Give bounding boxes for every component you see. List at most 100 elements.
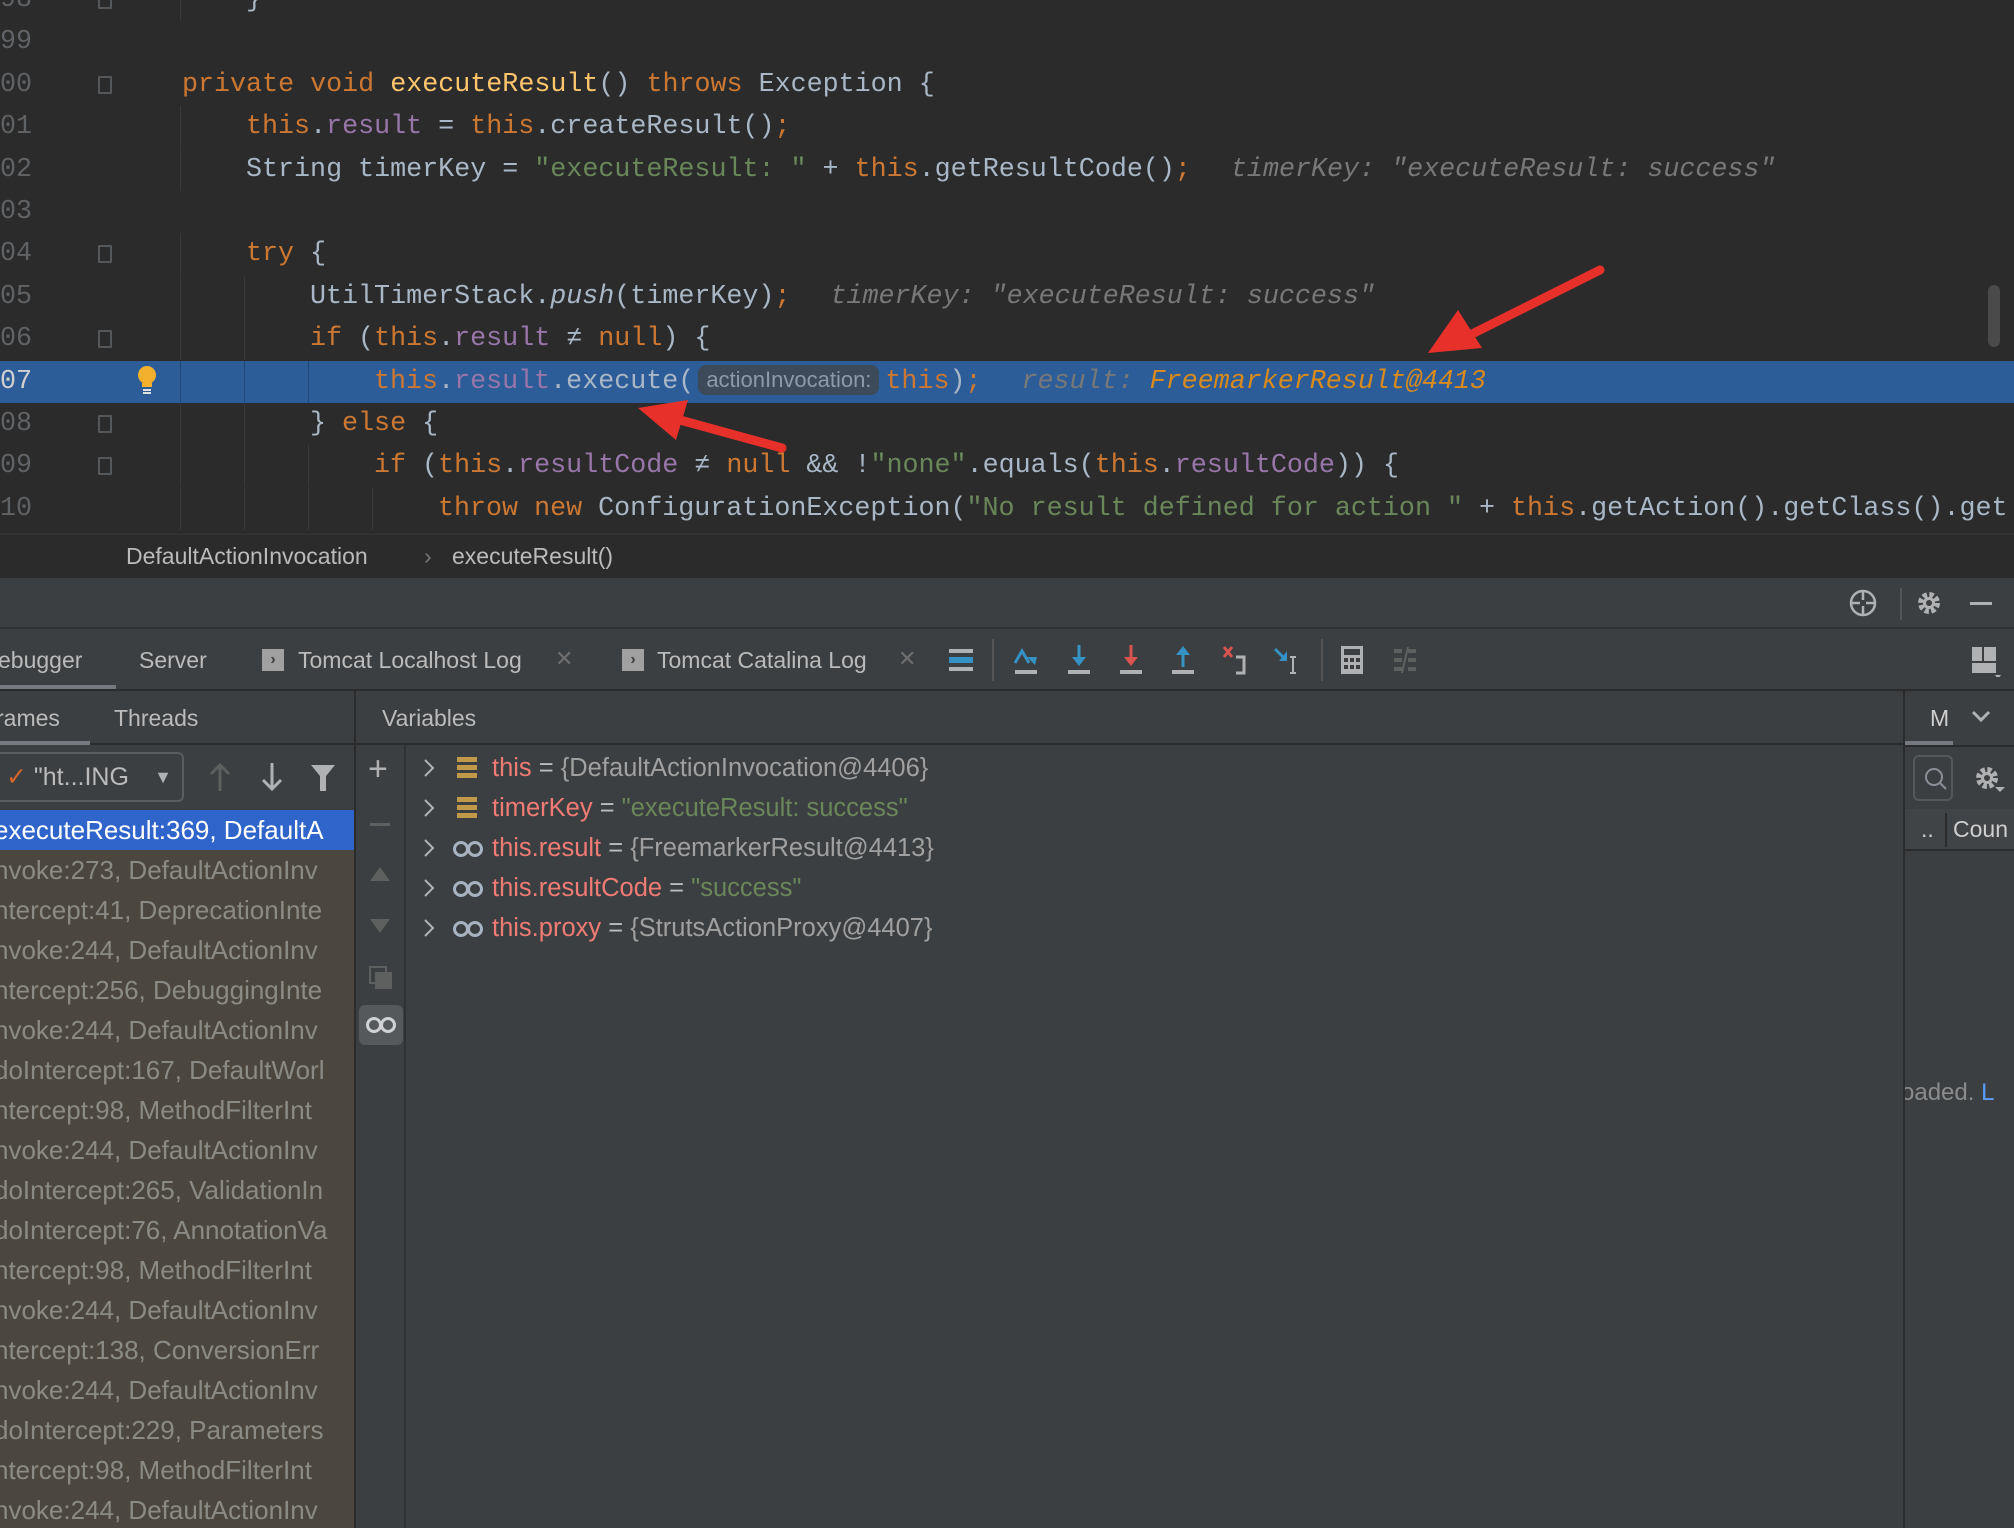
step-over-icon[interactable] [1009, 643, 1043, 677]
frame-item[interactable]: ntercept:98, MethodFilterInt [0, 1250, 354, 1290]
frame-item[interactable]: ntercept:98, MethodFilterInt [0, 1090, 354, 1130]
frame-item[interactable]: nvoke:244, DefaultActionInv [0, 1290, 354, 1330]
settings-icon[interactable] [1973, 763, 2007, 795]
breadcrumb-method[interactable]: executeResult() [452, 535, 613, 578]
chevron-right-icon[interactable] [422, 798, 436, 818]
variable-name: this.result [492, 834, 602, 862]
frame-item-selected[interactable]: executeResult:369, DefaultA [0, 810, 354, 850]
frame-item[interactable]: nvoke:244, DefaultActionInv [0, 1010, 354, 1050]
filter-icon[interactable] [308, 761, 338, 793]
frame-item[interactable]: nvoke:244, DefaultActionInv [0, 1130, 354, 1170]
panel-headers: rames Threads Variables [0, 691, 2014, 745]
frame-list: executeResult:369, DefaultA nvoke:273, De… [0, 810, 354, 1528]
variable-name: timerKey [492, 794, 593, 822]
memory-status: oaded. L [1903, 1079, 1994, 1107]
frames-panel: ✓ "ht...ING ▼ executeResult:369, Default… [0, 745, 354, 1528]
watch-icon [453, 921, 483, 937]
drop-frame-icon[interactable] [1218, 643, 1252, 677]
step-into-icon[interactable] [1062, 643, 1096, 677]
memory-table-header: .. Coun [1905, 809, 2014, 851]
breadcrumb-class[interactable]: DefaultActionInvocation [126, 535, 368, 578]
frame-item[interactable]: ntercept:256, DebuggingInte [0, 970, 354, 1010]
move-down-icon[interactable] [368, 917, 392, 935]
tab-memory[interactable]: M [1930, 691, 1949, 745]
variable-equals: = [601, 914, 631, 942]
tab-server[interactable]: Server [139, 629, 207, 691]
tab-tomcat-localhost-log[interactable]: Tomcat Localhost Log [298, 629, 522, 691]
frame-item[interactable]: doIntercept:229, Parameters [0, 1410, 354, 1450]
load-classes-link[interactable]: L [1981, 1079, 1994, 1106]
chevron-right-icon[interactable] [422, 878, 436, 898]
move-up-icon[interactable] [368, 865, 392, 883]
variable-name: this.proxy [492, 914, 602, 942]
frame-item[interactable]: ntercept:41, DeprecationInte [0, 890, 354, 930]
next-frame-icon[interactable] [257, 761, 287, 793]
debug-tab-bar: ebugger Server › Tomcat Localhost Log ✕ … [0, 629, 2014, 691]
glasses-icon [366, 1017, 396, 1033]
show-watches-toggle[interactable] [359, 1005, 403, 1045]
variable-equals: = [601, 834, 631, 862]
remove-watch-icon[interactable] [370, 823, 390, 826]
red-arrow-icon [1428, 265, 1605, 353]
variables-tree: this = {DefaultActionInvocation@4406} tim… [406, 745, 1903, 1528]
target-icon[interactable] [1848, 588, 1878, 618]
search-button[interactable] [1913, 755, 1953, 801]
trace-current-stream-icon[interactable] [1388, 643, 1422, 677]
breadcrumb: DefaultActionInvocation › executeResult(… [0, 533, 2014, 578]
breadcrumb-separator: › [424, 543, 432, 569]
chevron-down-icon[interactable] [1970, 709, 1992, 725]
tab-tomcat-catalina-log[interactable]: Tomcat Catalina Log [657, 629, 867, 691]
column-header-class[interactable]: .. [1921, 809, 1934, 849]
thread-dropdown[interactable]: ✓ "ht...ING ▼ [0, 752, 184, 802]
column-header-count[interactable]: Coun [1953, 809, 2008, 849]
chevron-right-icon[interactable] [422, 758, 436, 778]
variable-value: "success" [691, 874, 802, 902]
copy-icon[interactable] [368, 965, 394, 991]
gear-icon[interactable] [1914, 588, 1944, 618]
frame-item[interactable]: nvoke:244, DefaultActionInv [0, 930, 354, 970]
close-tab-icon[interactable]: ✕ [898, 629, 916, 689]
frame-item[interactable]: ntercept:98, MethodFilterInt [0, 1450, 354, 1490]
variable-equals: = [662, 874, 692, 902]
frame-item[interactable]: doIntercept:167, DefaultWorl [0, 1050, 354, 1090]
variable-name: this [492, 754, 532, 782]
frame-item[interactable]: nvoke:244, DefaultActionInv [0, 1370, 354, 1410]
memory-panel: M .. Coun oaded. L [1903, 691, 2014, 1528]
step-out-icon[interactable] [1166, 643, 1200, 677]
frame-item[interactable]: doIntercept:265, ValidationIn [0, 1170, 354, 1210]
search-icon [1925, 768, 1947, 790]
variable-equals: = [592, 794, 622, 822]
tab-threads[interactable]: Threads [114, 691, 198, 745]
run-to-cursor-icon[interactable] [1271, 643, 1305, 677]
annotation-arrows [638, 265, 1605, 453]
divider [1945, 813, 1947, 847]
variable-value: "executeResult: success" [621, 794, 908, 822]
frame-item[interactable]: ntercept:138, ConversionErr [0, 1330, 354, 1370]
variable-equals: = [531, 754, 561, 782]
frame-item[interactable]: nvoke:273, DefaultActionInv [0, 850, 354, 890]
thread-status-icon: ✓ [6, 763, 27, 791]
variable-value: {FreemarkerResult@4413} [630, 834, 934, 862]
variables-side-toolbar: + [354, 745, 406, 1528]
frame-item[interactable]: doIntercept:76, AnnotationVa [0, 1210, 354, 1250]
tab-debugger[interactable]: ebugger [0, 629, 82, 691]
tab-frames[interactable]: rames [0, 691, 60, 745]
frame-item[interactable]: nvoke:244, DefaultActionInv [0, 1490, 354, 1528]
evaluate-expression-icon[interactable] [1335, 643, 1369, 677]
thread-dropdown-value: "ht...ING [33, 763, 129, 791]
layout-icon[interactable] [1968, 643, 2002, 677]
console-icon: › [622, 649, 644, 671]
show-execution-point-icon[interactable] [944, 643, 978, 677]
close-tab-icon[interactable]: ✕ [555, 629, 573, 689]
previous-frame-icon[interactable] [205, 761, 235, 793]
add-watch-icon[interactable]: + [368, 751, 388, 787]
chevron-right-icon[interactable] [422, 918, 436, 938]
variables-title: Variables [382, 705, 477, 731]
force-step-into-icon[interactable] [1114, 643, 1148, 677]
field-icon [457, 757, 477, 778]
console-icon: › [262, 649, 284, 671]
chevron-down-icon: ▼ [154, 767, 172, 787]
memory-status-text: oaded. [1903, 1079, 1975, 1106]
minimize-icon[interactable] [1970, 602, 1992, 605]
chevron-right-icon[interactable] [422, 838, 436, 858]
